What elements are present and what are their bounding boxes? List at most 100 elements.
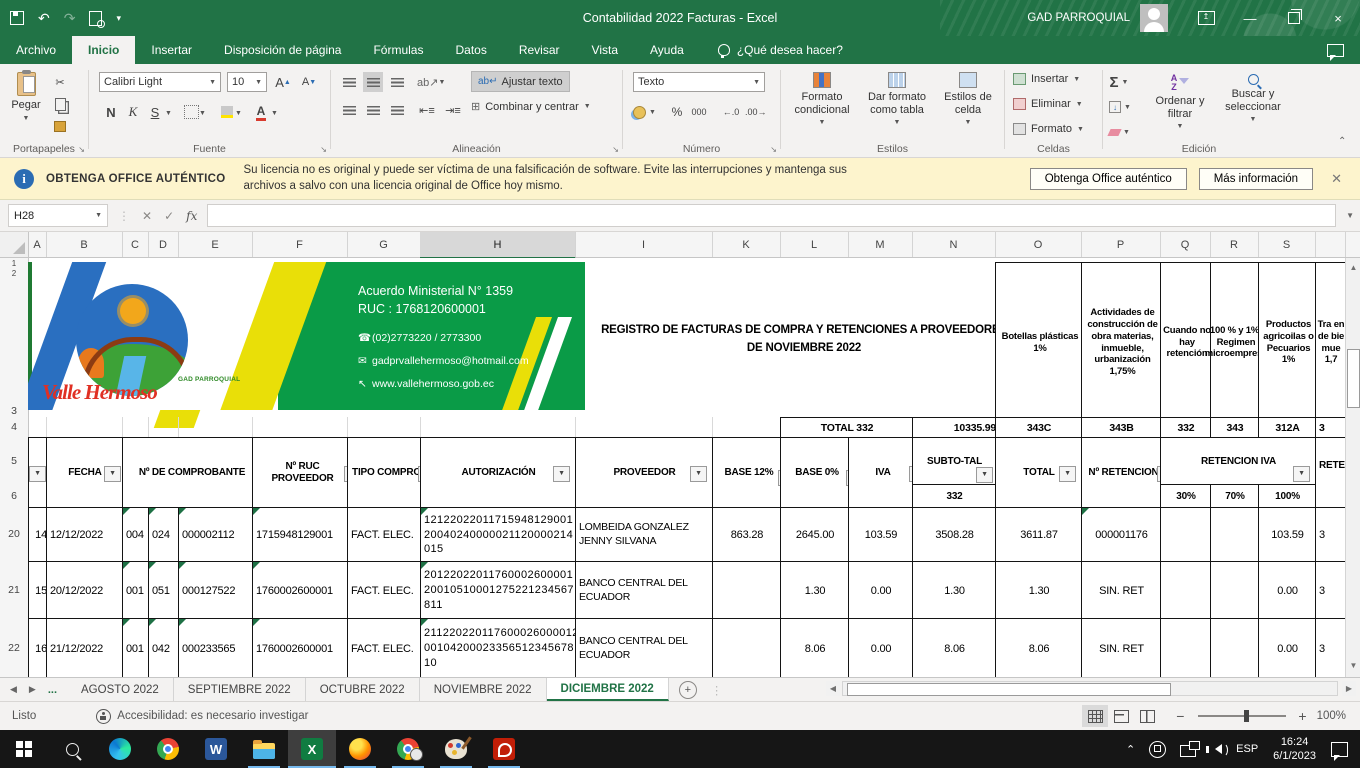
cell-tipo-21[interactable]: FACT. ELEC. [347, 561, 425, 620]
tab-datos[interactable]: Datos [439, 36, 502, 64]
col-G[interactable]: G [347, 232, 421, 257]
taskbar-chrome[interactable] [144, 730, 192, 768]
zoom-slider[interactable] [1198, 715, 1286, 717]
decrease-decimal-button[interactable]: .00→ [745, 102, 767, 122]
cell-sub-20[interactable]: 3508.28 [912, 507, 997, 563]
header-subtotal[interactable]: SUBTO-TAL▼ [912, 437, 997, 486]
taskbar-firefox[interactable] [336, 730, 384, 768]
fill-color-button[interactable] [217, 102, 237, 122]
delete-cells-button[interactable]: Eliminar▼ [1013, 98, 1083, 110]
cell-prov-20[interactable]: LOMBEIDA GONZALEZ JENNY SILVANA [575, 507, 717, 563]
new-sheet-button[interactable]: + [679, 681, 697, 699]
cell-r30-21[interactable] [1160, 561, 1212, 620]
sheet-nav-next-icon[interactable]: ▶ [29, 684, 36, 695]
cell-r30-22[interactable] [1160, 618, 1212, 677]
cell-total-label[interactable]: TOTAL 332 [780, 417, 914, 439]
conditional-formatting-button[interactable]: Formato condicional ▼ [787, 72, 857, 127]
align-left-button[interactable] [339, 100, 359, 120]
enter-formula-icon[interactable]: ✓ [164, 209, 174, 223]
select-all-corner[interactable] [0, 232, 29, 257]
cell-cat-partial[interactable]: Tra en de bie mue 1,7 [1315, 262, 1347, 423]
orientation-button[interactable]: ab↗▼ [417, 72, 445, 92]
filter-button[interactable]: ▼ [553, 466, 570, 482]
cell-aut-22[interactable]: 2112202201176000260000120010420002335651… [420, 618, 580, 677]
row-header-4[interactable]: 4 [0, 417, 29, 438]
shrink-font-button[interactable]: A▼ [299, 72, 319, 92]
cell-fecha-22[interactable]: 21/12/2022 [46, 618, 127, 677]
percent-button[interactable]: % [667, 102, 687, 122]
normal-view-button[interactable] [1082, 705, 1108, 727]
sheet-tab-ellipsis[interactable]: ... [48, 684, 57, 696]
cell-e22[interactable]: 000233565 [178, 618, 257, 677]
taskbar-acrobat[interactable] [480, 730, 528, 768]
underline-dropdown[interactable]: ▼ [165, 110, 172, 117]
col-A[interactable]: A [28, 232, 47, 257]
sheet-nav-prev-icon[interactable]: ◀ [10, 684, 17, 695]
taskbar-edge[interactable] [96, 730, 144, 768]
col-R[interactable]: R [1210, 232, 1259, 257]
cut-button[interactable]: ✂ [50, 72, 70, 92]
col-O[interactable]: O [995, 232, 1082, 257]
cell-r70-22[interactable] [1210, 618, 1260, 677]
borders-dropdown[interactable]: ▼ [199, 110, 206, 117]
header-fecha[interactable]: FECHA▼ [46, 437, 124, 509]
customize-qat-icon[interactable]: ▾ [116, 13, 121, 24]
col-B[interactable]: B [46, 232, 123, 257]
comma-style-button[interactable]: 000 [689, 102, 709, 122]
italic-button[interactable]: K [123, 102, 143, 122]
formula-input[interactable] [207, 204, 1336, 227]
page-layout-view-button[interactable] [1108, 705, 1134, 727]
header-autorizacion[interactable]: AUTORIZACIÓN▼ [420, 437, 577, 509]
align-center-button[interactable] [363, 100, 383, 120]
cell-sub-22[interactable]: 8.06 [912, 618, 997, 677]
taskbar-excel-active[interactable]: X [288, 730, 336, 768]
cell-iva-20[interactable]: 103.59 [848, 507, 914, 563]
undo-icon[interactable]: ↶ [38, 11, 50, 25]
row-header-5[interactable]: 5 [0, 437, 29, 485]
cell-r70-20[interactable] [1210, 507, 1260, 563]
col-Q[interactable]: Q [1160, 232, 1211, 257]
cell-iva-21[interactable]: 0.00 [848, 561, 914, 620]
filter-button[interactable]: ▼ [690, 466, 707, 482]
horizontal-scroll-thumb[interactable] [847, 683, 1171, 696]
cell-cat-construccion[interactable]: Actividades de construcción de obra mate… [1081, 262, 1164, 423]
zoom-in-button[interactable]: + [1298, 708, 1306, 724]
horizontal-scrollbar[interactable] [842, 681, 1338, 696]
cell-aut-20[interactable]: 1212202201171594812900120040240000021120… [420, 507, 580, 563]
col-T-partial[interactable] [1315, 232, 1346, 257]
ribbon-display-options-button[interactable]: ↥ [1184, 0, 1228, 36]
clear-button[interactable]: ▼ [1109, 122, 1130, 142]
cell-nret-20[interactable]: 000001176 [1081, 507, 1162, 563]
network-icon[interactable] [1173, 730, 1203, 768]
cell-code-312a[interactable]: 312A [1258, 417, 1317, 439]
number-format-combo[interactable]: Texto▼ [633, 72, 765, 92]
save-icon[interactable] [10, 11, 24, 25]
cell-r100-20[interactable]: 103.59 [1258, 507, 1317, 563]
header-proveedor[interactable]: PROVEEDOR▼ [575, 437, 714, 509]
align-middle-button[interactable] [363, 72, 383, 92]
cell-total-22[interactable]: 8.06 [995, 618, 1083, 677]
header-a-filter[interactable]: ▼ [28, 437, 48, 509]
header-total[interactable]: TOTAL▼ [995, 437, 1083, 509]
taskbar-word[interactable]: W [192, 730, 240, 768]
taskbar-file-explorer[interactable] [240, 730, 288, 768]
font-name-combo[interactable]: Calibri Light▼ [99, 72, 221, 92]
minimize-button[interactable]: — [1228, 0, 1272, 36]
filter-button[interactable]: ▼ [976, 467, 993, 483]
cell-total-20[interactable]: 3611.87 [995, 507, 1083, 563]
dismiss-warning-icon[interactable]: ✕ [1313, 171, 1360, 187]
row-header-6[interactable]: 6 [0, 484, 29, 508]
cell-tipo-20[interactable]: FACT. ELEC. [347, 507, 425, 563]
cell-fecha-20[interactable]: 12/12/2022 [46, 507, 127, 563]
col-P[interactable]: P [1081, 232, 1161, 257]
cell-ruc-20[interactable]: 1715948129001 [252, 507, 352, 563]
zoom-slider-thumb[interactable] [1244, 710, 1249, 722]
hscroll-right-arrow[interactable]: ▶ [1342, 681, 1356, 696]
cell-sub-21[interactable]: 1.30 [912, 561, 997, 620]
cell-e21[interactable]: 000127522 [178, 561, 257, 620]
header-70[interactable]: 70% [1210, 484, 1260, 509]
borders-button[interactable] [181, 102, 201, 122]
format-cells-button[interactable]: Formato▼ [1013, 123, 1084, 135]
col-L[interactable]: L [780, 232, 849, 257]
cell-base0-22[interactable]: 8.06 [780, 618, 850, 677]
